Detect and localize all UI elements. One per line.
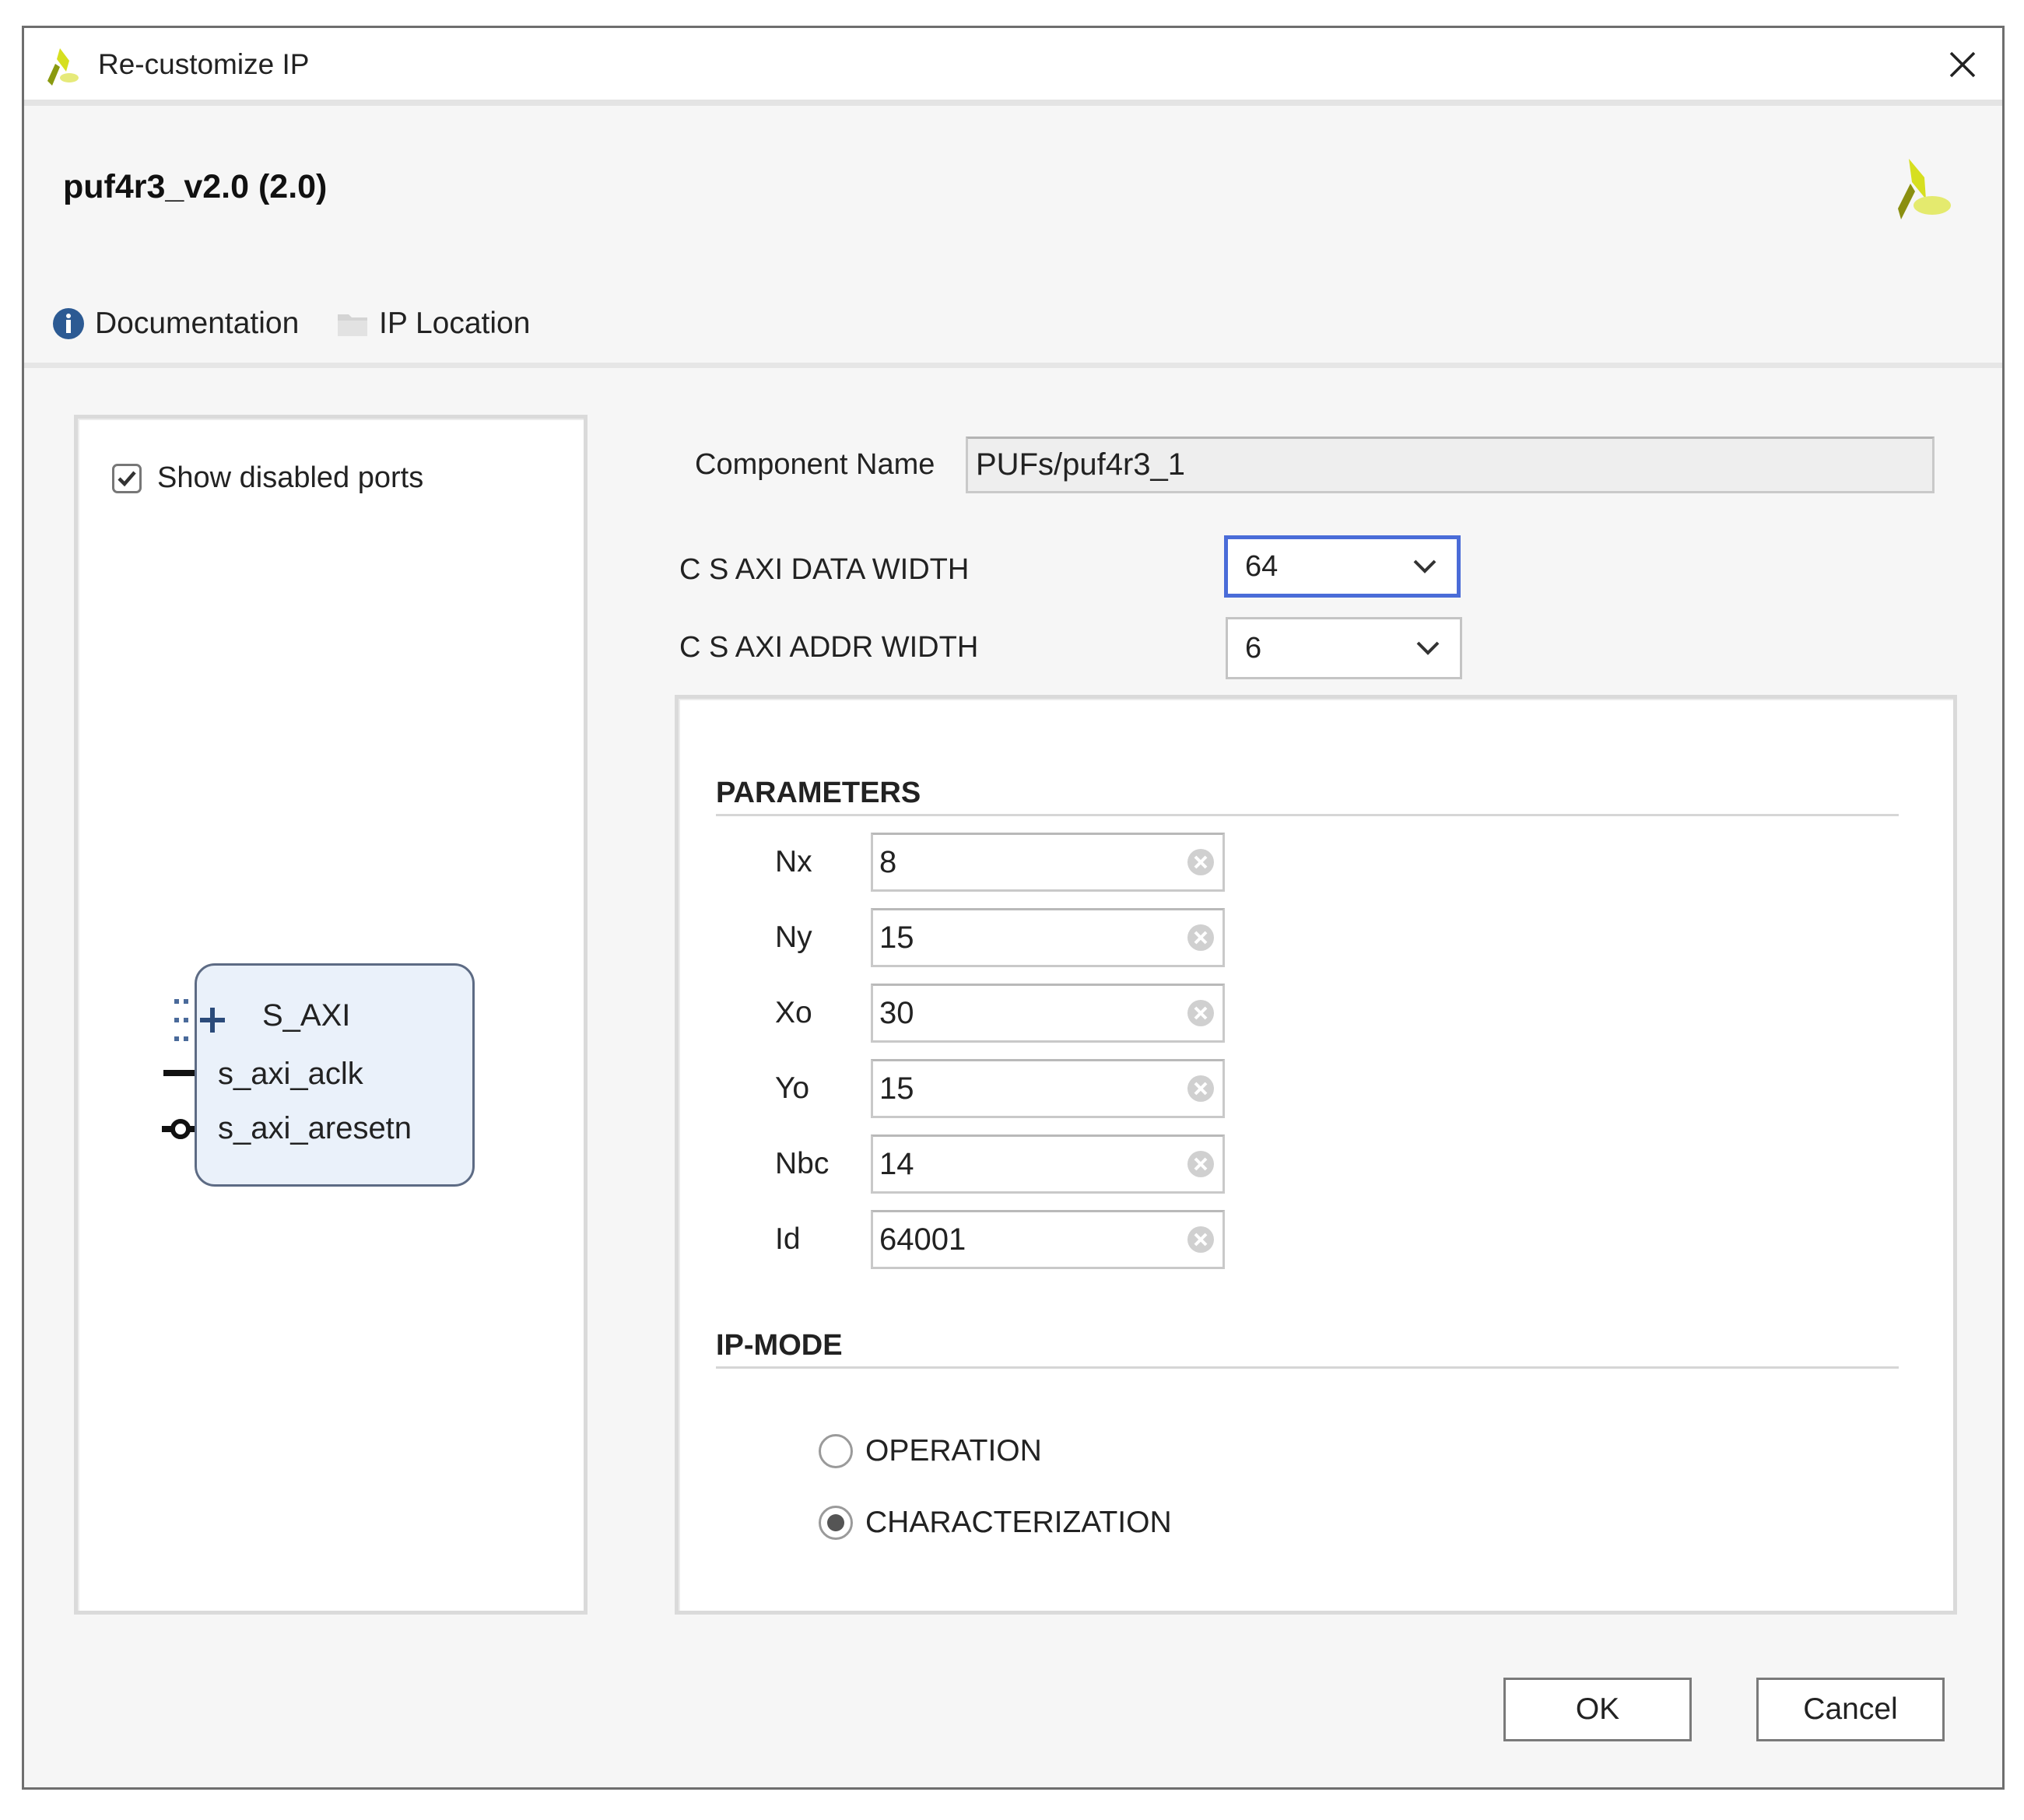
ip-location-link[interactable]: IP Location: [335, 304, 530, 343]
header-divider: [24, 363, 2002, 368]
documentation-label: Documentation: [95, 307, 300, 340]
addr-width-value: 6: [1245, 632, 1262, 665]
checkmark-icon: [118, 471, 136, 486]
port-s-axi-aresetn: s_axi_aresetn: [218, 1111, 412, 1145]
port-s-axi: S_AXI: [262, 998, 351, 1033]
param-input-xo[interactable]: 30: [871, 984, 1225, 1043]
symbol-panel: Show disabled ports S_AXI s_axi_aclk s_a…: [74, 415, 588, 1615]
show-disabled-ports-checkbox[interactable]: Show disabled ports: [112, 461, 423, 495]
param-label-yo: Yo: [775, 1071, 810, 1105]
cancel-button[interactable]: Cancel: [1756, 1678, 1945, 1741]
radio-button[interactable]: [819, 1434, 853, 1468]
radio-characterization-label: CHARACTERIZATION: [865, 1506, 1172, 1539]
clear-icon[interactable]: [1185, 922, 1216, 953]
param-value: 15: [879, 921, 914, 955]
documentation-link[interactable]: Documentation: [51, 304, 299, 343]
param-input-yo[interactable]: 15: [871, 1059, 1225, 1118]
clear-icon[interactable]: [1185, 998, 1216, 1029]
clock-pin-icon: [163, 1070, 195, 1076]
data-width-label: C S AXI DATA WIDTH: [679, 553, 970, 586]
data-width-dropdown[interactable]: 64: [1224, 535, 1461, 598]
radio-operation-label: OPERATION: [865, 1434, 1042, 1468]
addr-width-label: C S AXI ADDR WIDTH: [679, 631, 979, 664]
chevron-down-icon: [1416, 641, 1440, 655]
param-label-xo: Xo: [775, 996, 812, 1029]
vivado-logo-icon: [1870, 145, 1963, 238]
param-input-id[interactable]: 64001: [871, 1210, 1225, 1269]
param-label-ny: Ny: [775, 921, 812, 954]
ip-location-label: IP Location: [379, 307, 531, 340]
ok-button[interactable]: OK: [1503, 1678, 1692, 1741]
show-disabled-ports-label: Show disabled ports: [157, 461, 424, 494]
clear-icon[interactable]: [1185, 1073, 1216, 1104]
param-value: 15: [879, 1071, 914, 1106]
parameters-panel: PARAMETERS IP-MODE OPERATION CHARACTERIZ…: [675, 695, 1957, 1615]
param-label-nbc: Nbc: [775, 1147, 830, 1180]
ip-mode-divider: [716, 1366, 1899, 1369]
port-s-axi-aclk: s_axi_aclk: [218, 1057, 363, 1091]
ip-mode-section-title: IP-MODE: [716, 1329, 843, 1362]
param-label-id: Id: [775, 1222, 801, 1256]
radio-characterization[interactable]: CHARACTERIZATION: [819, 1506, 1172, 1540]
param-input-ny[interactable]: 15: [871, 908, 1225, 967]
param-input-nx[interactable]: 8: [871, 833, 1225, 892]
close-button[interactable]: [1938, 42, 1985, 89]
close-icon: [1949, 51, 1976, 78]
param-value: 8: [879, 845, 897, 879]
reset-pin-icon: [162, 1119, 196, 1139]
ip-symbol-block: S_AXI s_axi_aclk s_axi_aresetn: [195, 963, 475, 1187]
checkbox-box[interactable]: [112, 463, 142, 493]
chevron-down-icon: [1413, 559, 1436, 573]
plus-icon[interactable]: [197, 1005, 228, 1036]
ip-name-title: puf4r3_v2.0 (2.0): [63, 168, 328, 205]
vivado-logo-icon: [38, 44, 85, 90]
title-bar: Re-customize IP: [24, 28, 2002, 106]
param-label-nx: Nx: [775, 845, 812, 878]
clear-icon[interactable]: [1185, 1224, 1216, 1255]
radio-dot: [827, 1514, 844, 1531]
radio-button[interactable]: [819, 1506, 853, 1540]
folder-icon: [338, 314, 367, 336]
info-icon: [53, 308, 84, 339]
window-title: Re-customize IP: [98, 48, 310, 80]
parameters-section-title: PARAMETERS: [716, 777, 921, 809]
re-customize-ip-dialog: Re-customize IP puf4r3_v2.0 (2.0) Docume…: [22, 26, 2005, 1790]
param-input-nbc[interactable]: 14: [871, 1134, 1225, 1194]
radio-operation[interactable]: OPERATION: [819, 1434, 1042, 1468]
component-name-input[interactable]: PUFs/puf4r3_1: [966, 437, 1935, 493]
param-value: 64001: [879, 1222, 966, 1257]
param-value: 30: [879, 996, 914, 1030]
param-value: 14: [879, 1147, 914, 1181]
clear-icon[interactable]: [1185, 1148, 1216, 1180]
component-name-label: Component Name: [695, 448, 935, 481]
clear-icon[interactable]: [1185, 847, 1216, 878]
data-width-value: 64: [1245, 550, 1279, 583]
addr-width-dropdown[interactable]: 6: [1226, 617, 1462, 679]
parameters-divider: [716, 814, 1899, 816]
